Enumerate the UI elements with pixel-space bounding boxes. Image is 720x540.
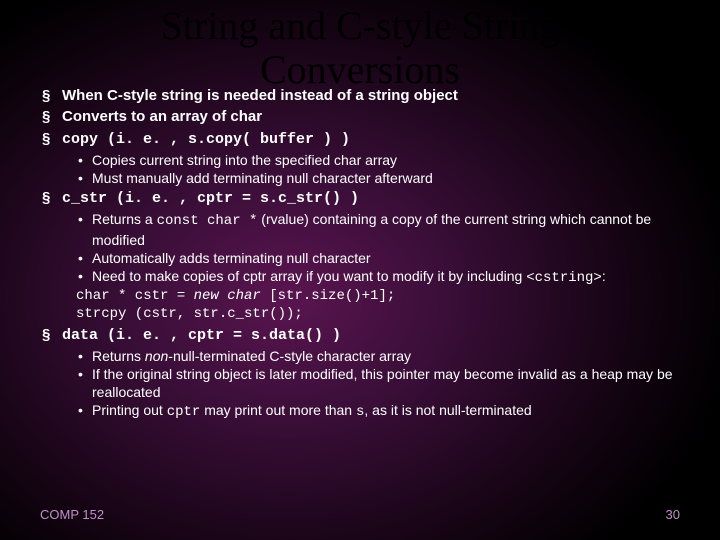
footer-course: COMP 152	[40, 507, 104, 522]
cstr-sub-2: Automatically adds terminating null char…	[76, 249, 680, 267]
cstr-code-1: char * cstr = new char [str.size()+1];	[76, 287, 680, 305]
copy-sub-1: Copies current string into the specified…	[76, 151, 680, 169]
cstr-code-2: strcpy (cstr, str.c_str());	[76, 305, 680, 323]
footer-page-number: 30	[666, 507, 680, 522]
slide-footer: COMP 152 30	[40, 507, 680, 522]
bullet-2: Converts to an array of char	[40, 107, 680, 127]
cstr-sub-1: Returns a const char * (rvalue) containi…	[76, 210, 680, 248]
bullet-copy: copy (i. e. , s.copy( buffer ) ) Copies …	[40, 129, 680, 188]
copy-sub-2: Must manually add terminating null chara…	[76, 169, 680, 187]
bullet-1: When C-style string is needed instead of…	[40, 86, 680, 106]
slide-body: When C-style string is needed instead of…	[0, 86, 720, 422]
bullet-cstr: c_str (i. e. , cptr = s.c_str() ) Return…	[40, 188, 680, 323]
cstr-sub-3: Need to make copies of cptr array if you…	[76, 267, 680, 287]
data-sub-2: If the original string object is later m…	[76, 365, 680, 401]
data-sub-1: Returns non-null-terminated C-style char…	[76, 347, 680, 365]
data-sub-3: Printing out cptr may print out more tha…	[76, 401, 680, 421]
title-line-1: String and C-style String	[161, 3, 560, 48]
slide-title: String and C-style String Conversions	[0, 0, 720, 92]
bullet-data: data (i. e. , cptr = s.data() ) Returns …	[40, 325, 680, 422]
